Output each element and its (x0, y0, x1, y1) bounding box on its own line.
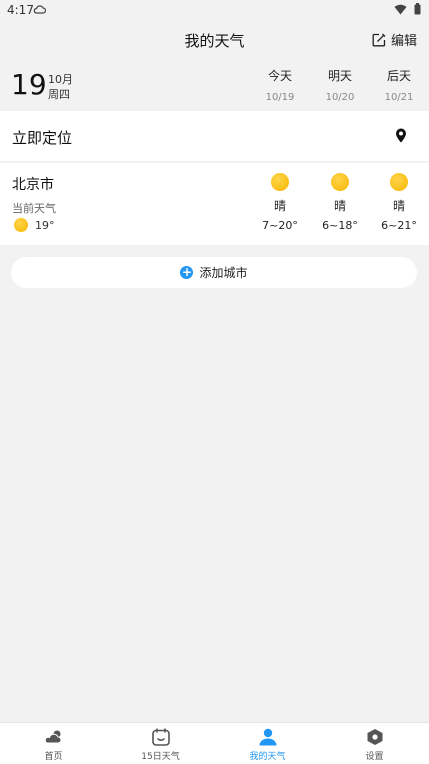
tab-label: 我的天气 (249, 752, 286, 762)
forecast-day-label: 今天 (267, 69, 292, 83)
sun-icon (271, 173, 289, 191)
date-month: 10月 (48, 73, 73, 86)
app-header: 我的天气 编辑 (0, 22, 429, 58)
settings-hexagon-icon (367, 729, 383, 745)
tab-settings[interactable]: 设置 (321, 723, 428, 764)
sun-icon (331, 173, 349, 191)
forecast-temp-range: 7~20° (262, 219, 298, 232)
bottom-tab-bar: 首页 15日天气 我的天气 设置 (0, 722, 429, 764)
forecast-day-label: 后天 (386, 69, 411, 83)
location-pin-icon[interactable] (395, 128, 407, 143)
date-day: 19 (11, 68, 47, 101)
forecast-day-tomorrow: 明天 10/20 (315, 67, 365, 103)
forecast-tomorrow: 晴 6~18° (315, 173, 365, 232)
tab-15-day-weather[interactable]: 15日天气 (107, 723, 214, 764)
forecast-day-date: 10/19 (265, 92, 295, 103)
add-city-button[interactable]: + 添加城市 (11, 257, 417, 288)
tab-home[interactable]: 首页 (0, 723, 107, 764)
forecast-day-date: 10/20 (325, 92, 355, 103)
date-weekday: 周四 (48, 88, 70, 101)
plus-icon: + (180, 265, 194, 279)
status-time: 4:17 (7, 3, 34, 17)
sun-icon (390, 173, 408, 191)
edit-button[interactable]: 编辑 (372, 30, 417, 49)
add-city-label: 添加城市 (199, 266, 248, 280)
current-weather: 19° (14, 218, 55, 232)
weather-cloud-sun-icon (44, 730, 62, 744)
forecast-day-date: 10/21 (384, 92, 414, 103)
tab-label: 设置 (365, 752, 384, 762)
locate-now-label: 立即定位 (12, 129, 73, 147)
edit-icon (372, 33, 386, 46)
edit-label: 编辑 (390, 34, 417, 49)
forecast-weather: 晴 (392, 199, 405, 213)
forecast-day-label: 明天 (327, 69, 352, 83)
locate-now-row[interactable]: 立即定位 (0, 111, 429, 161)
tab-label: 首页 (44, 752, 63, 762)
cloud-icon (33, 5, 46, 14)
date-band: 19 10月 周四 今天 10/19 明天 10/20 后天 10/21 (0, 62, 429, 110)
status-bar: 4:17 (0, 0, 429, 20)
current-weather-label: 当前天气 (12, 202, 56, 215)
user-icon (259, 728, 277, 746)
wifi-icon (394, 4, 407, 15)
current-temperature: 19° (35, 218, 55, 232)
battery-icon (414, 3, 421, 15)
forecast-weather: 晴 (333, 199, 346, 213)
page-title: 我的天气 (184, 32, 245, 50)
tab-my-weather[interactable]: 我的天气 (214, 723, 321, 764)
forecast-after-tomorrow: 晴 6~21° (374, 173, 424, 232)
forecast-day-today: 今天 10/19 (255, 67, 305, 103)
city-name: 北京市 (12, 177, 54, 193)
forecast-day-after-tomorrow: 后天 10/21 (374, 67, 424, 103)
city-weather-card[interactable]: 北京市 当前天气 19° 晴 7~20° 晴 6~18° 晴 6~21° (0, 163, 429, 245)
calendar-icon (152, 728, 170, 746)
forecast-today: 晴 7~20° (255, 173, 305, 232)
tab-label: 15日天气 (141, 752, 180, 762)
forecast-temp-range: 6~18° (322, 219, 358, 232)
forecast-weather: 晴 (273, 199, 286, 213)
sun-icon (14, 218, 28, 232)
forecast-temp-range: 6~21° (381, 219, 417, 232)
